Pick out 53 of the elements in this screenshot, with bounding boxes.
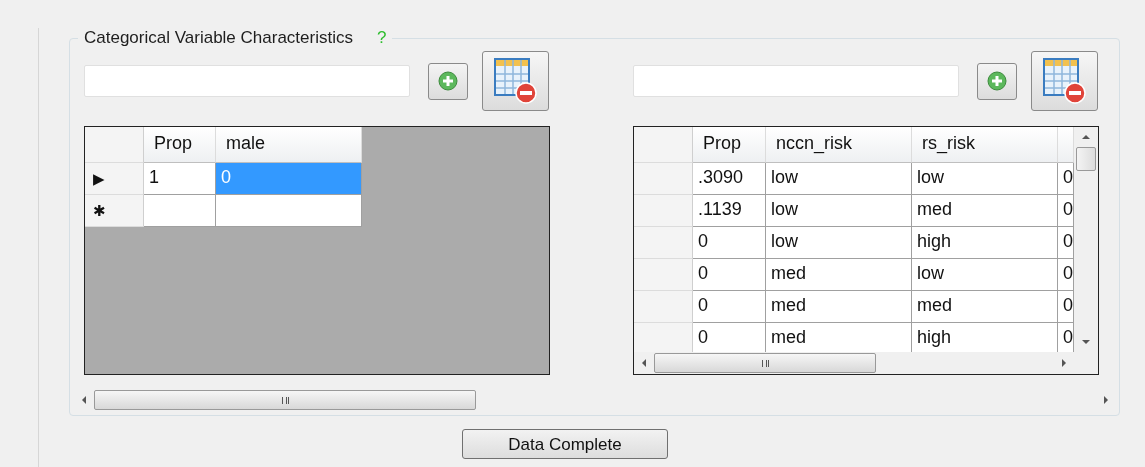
table-cell[interactable] bbox=[216, 195, 362, 227]
column-header[interactable]: Prop bbox=[693, 127, 766, 163]
column-header[interactable]: nccn_risk bbox=[766, 127, 912, 163]
table-cell[interactable]: low bbox=[912, 163, 1058, 195]
column-header[interactable] bbox=[1058, 127, 1074, 163]
row-header[interactable] bbox=[634, 259, 693, 291]
table-cell[interactable]: med bbox=[766, 259, 912, 291]
table-cell[interactable]: low bbox=[766, 195, 912, 227]
row-header[interactable] bbox=[634, 195, 693, 227]
table-cell[interactable]: high bbox=[912, 227, 1058, 259]
corner-header bbox=[85, 127, 144, 163]
table-cell[interactable]: .3090 bbox=[693, 163, 766, 195]
row-header[interactable] bbox=[634, 227, 693, 259]
add-button[interactable] bbox=[977, 62, 1017, 100]
column-header[interactable]: male bbox=[216, 127, 362, 163]
column-header[interactable]: rs_risk bbox=[912, 127, 1058, 163]
row-header[interactable] bbox=[634, 163, 693, 195]
horizontal-scrollbar[interactable] bbox=[634, 352, 1074, 374]
text-field[interactable] bbox=[84, 65, 410, 97]
data-complete-button[interactable]: Data Complete bbox=[462, 429, 668, 459]
table-remove-icon bbox=[1041, 57, 1088, 105]
table-cell[interactable]: 0 bbox=[1058, 163, 1074, 195]
table-cell[interactable]: low bbox=[912, 259, 1058, 291]
remove-table-button[interactable] bbox=[482, 51, 549, 111]
text-field[interactable] bbox=[633, 65, 959, 97]
table-cell[interactable]: 1 bbox=[144, 163, 216, 195]
table-cell[interactable]: 0 bbox=[1058, 195, 1074, 227]
table-cell[interactable]: 0 bbox=[693, 227, 766, 259]
remove-table-button[interactable] bbox=[1031, 51, 1098, 111]
add-button[interactable] bbox=[428, 62, 468, 100]
table-cell[interactable]: 0 bbox=[693, 259, 766, 291]
table-cell[interactable]: 0 bbox=[693, 291, 766, 323]
plus-circle-icon bbox=[438, 71, 458, 91]
vertical-scrollbar[interactable] bbox=[1074, 127, 1098, 374]
row-header[interactable]: ✱ bbox=[85, 195, 144, 227]
table-cell[interactable]: 0 bbox=[1058, 227, 1074, 259]
table-remove-icon bbox=[492, 57, 539, 105]
column-header[interactable]: Prop bbox=[144, 127, 216, 163]
row-header[interactable] bbox=[634, 291, 693, 323]
plus-circle-icon bbox=[987, 71, 1007, 91]
table-cell[interactable]: med bbox=[912, 195, 1058, 227]
table-cell[interactable]: med bbox=[912, 291, 1058, 323]
table-cell[interactable]: 0 bbox=[1058, 291, 1074, 323]
table-cell[interactable] bbox=[144, 195, 216, 227]
table-cell[interactable]: 0 bbox=[1058, 259, 1074, 291]
table-cell[interactable]: .1139 bbox=[693, 195, 766, 227]
table-cell[interactable]: low bbox=[766, 163, 912, 195]
row-header[interactable]: ▶ bbox=[85, 163, 144, 195]
group-title: Categorical Variable Characteristics bbox=[84, 28, 353, 48]
row-marker: ▶ bbox=[93, 169, 105, 188]
table-cell[interactable]: med bbox=[766, 291, 912, 323]
row-marker: ✱ bbox=[93, 201, 106, 220]
table-cell[interactable]: low bbox=[766, 227, 912, 259]
